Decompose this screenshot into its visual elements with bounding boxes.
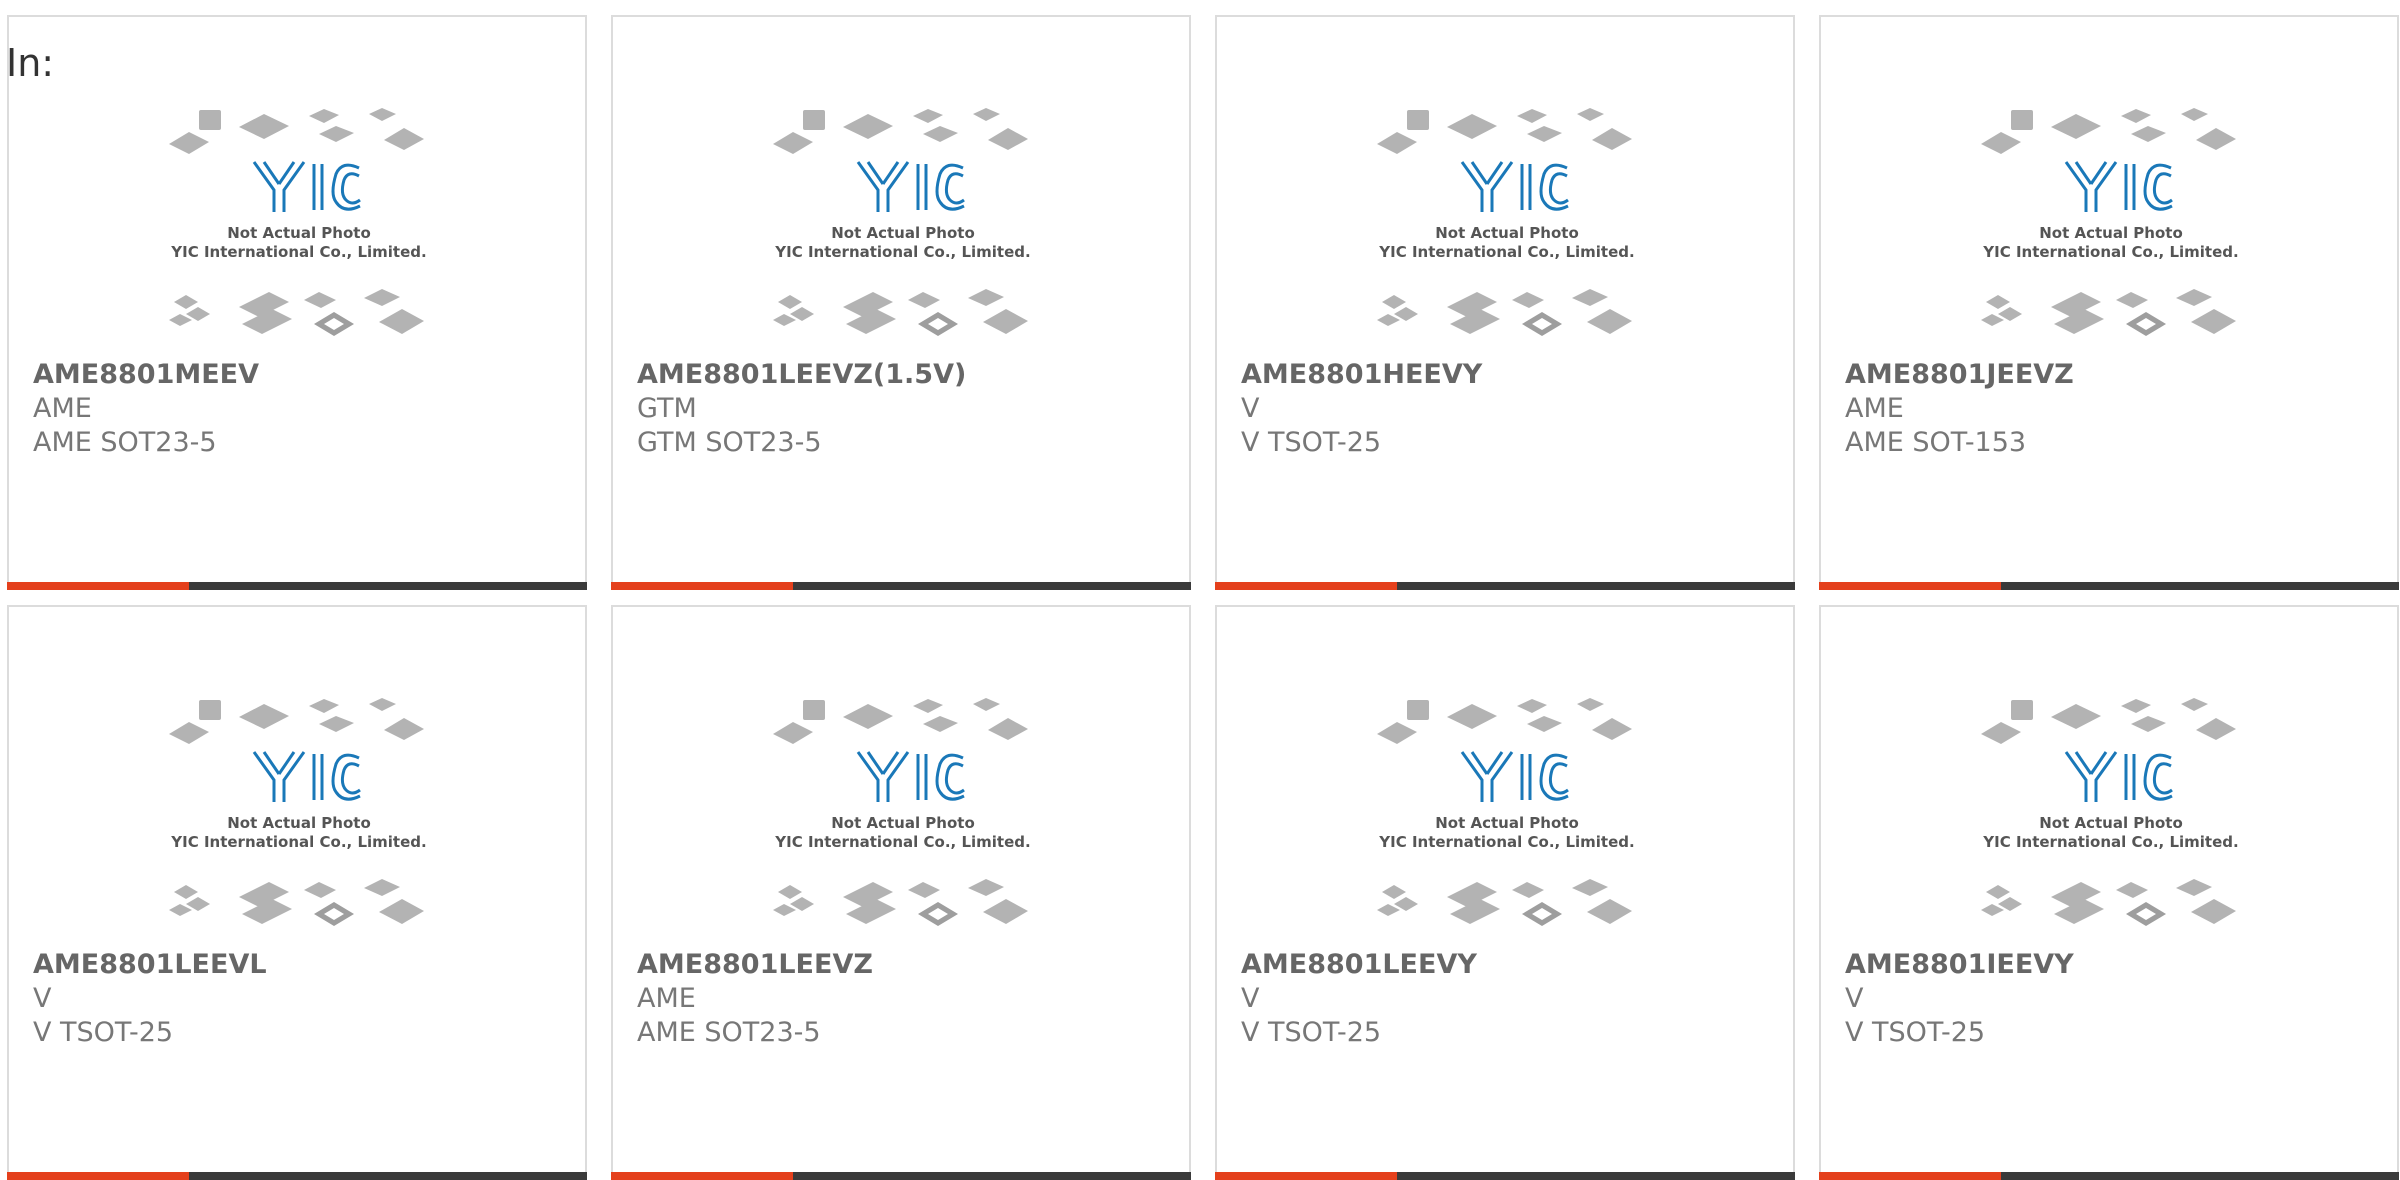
product-manufacturer: AME: [637, 983, 696, 1014]
card-footer-accent: [1215, 582, 1397, 590]
product-card[interactable]: Not Actual Photo YIC International Co., …: [611, 605, 1191, 1180]
card-footer-bar: [1215, 1172, 1795, 1180]
chip-row-bottom: [169, 289, 424, 336]
product-manufacturer: V: [1241, 983, 1260, 1014]
product-package: V TSOT-25: [1845, 1017, 1986, 1048]
svg-text:YIC International Co., Limited: YIC International Co., Limited.: [774, 243, 1030, 261]
svg-text:Not Actual Photo: Not Actual Photo: [1435, 224, 1579, 242]
card-footer-bar: [1819, 1172, 2399, 1180]
yic-logo: [252, 161, 361, 212]
product-part-number[interactable]: AME8801JEEVZ: [1845, 359, 2074, 390]
product-package: V TSOT-25: [33, 1017, 174, 1048]
svg-text:Not Actual Photo: Not Actual Photo: [831, 224, 975, 242]
product-placeholder-image: Not Actual Photo YIC International Co., …: [1372, 692, 1642, 947]
chip-row-bottom: [1981, 289, 2236, 336]
product-manufacturer: AME: [33, 393, 92, 424]
product-part-number[interactable]: AME8801IEEVY: [1845, 949, 2074, 980]
product-card[interactable]: Not Actual Photo YIC International Co., …: [1819, 15, 2399, 590]
card-footer-accent: [1215, 1172, 1397, 1180]
product-card[interactable]: Not Actual Photo YIC International Co., …: [7, 15, 587, 590]
svg-text:YIC International Co., Limited: YIC International Co., Limited.: [1378, 243, 1634, 261]
svg-text:YIC International Co., Limited: YIC International Co., Limited.: [1982, 243, 2238, 261]
svg-text:YIC International Co., Limited: YIC International Co., Limited.: [1378, 833, 1634, 851]
product-card[interactable]: Not Actual Photo YIC International Co., …: [7, 605, 587, 1180]
product-manufacturer: V: [33, 983, 52, 1014]
chip-row-top: [169, 108, 424, 154]
card-footer-accent: [611, 1172, 793, 1180]
product-part-number[interactable]: AME8801LEEVL: [33, 949, 267, 980]
svg-text:YIC International Co., Limited: YIC International Co., Limited.: [170, 833, 426, 851]
chip-row-bottom: [773, 879, 1028, 926]
chip-row-bottom: [1377, 289, 1632, 336]
yic-logo: [252, 751, 361, 802]
card-footer-bar: [1819, 582, 2399, 590]
svg-text:Not Actual Photo: Not Actual Photo: [227, 224, 371, 242]
yic-logo: [1460, 161, 1569, 212]
svg-text:Not Actual Photo: Not Actual Photo: [2039, 814, 2183, 832]
chip-row-top: [169, 698, 424, 744]
product-package: V TSOT-25: [1241, 1017, 1382, 1048]
svg-text:Not Actual Photo: Not Actual Photo: [831, 814, 975, 832]
product-part-number[interactable]: AME8801LEEVZ: [637, 949, 873, 980]
product-card[interactable]: Not Actual Photo YIC International Co., …: [1215, 15, 1795, 590]
product-part-number[interactable]: AME8801MEEV: [33, 359, 259, 390]
chip-row-top: [1981, 108, 2236, 154]
yic-logo: [2064, 751, 2173, 802]
chip-row-top: [1377, 108, 1632, 154]
yic-logo: [856, 751, 965, 802]
svg-text:Not Actual Photo: Not Actual Photo: [227, 814, 371, 832]
product-part-number[interactable]: AME8801LEEVZ(1.5V): [637, 359, 966, 390]
card-footer-accent: [7, 1172, 189, 1180]
chip-row-top: [1377, 698, 1632, 744]
yic-logo: [2064, 161, 2173, 212]
svg-text:YIC International Co., Limited: YIC International Co., Limited.: [774, 833, 1030, 851]
product-placeholder-image: Not Actual Photo YIC International Co., …: [768, 692, 1038, 947]
product-package: AME SOT23-5: [33, 427, 217, 458]
card-footer-accent: [1819, 1172, 2001, 1180]
card-footer-accent: [7, 582, 189, 590]
svg-text:Not Actual Photo: Not Actual Photo: [2039, 224, 2183, 242]
product-manufacturer: V: [1241, 393, 1260, 424]
product-card[interactable]: Not Actual Photo YIC International Co., …: [1819, 605, 2399, 1180]
filter-in-label: In:: [6, 41, 55, 85]
card-footer-bar: [611, 582, 1191, 590]
chip-row-top: [773, 108, 1028, 154]
chip-row-top: [1981, 698, 2236, 744]
product-placeholder-image: Not Actual Photo YIC International Co., …: [1976, 692, 2246, 947]
svg-text:YIC International Co., Limited: YIC International Co., Limited.: [1982, 833, 2238, 851]
card-footer-accent: [1819, 582, 2001, 590]
product-grid: Not Actual Photo YIC International Co., …: [0, 0, 2399, 1180]
card-footer-accent: [611, 582, 793, 590]
yic-logo: [1460, 751, 1569, 802]
yic-logo: [856, 161, 965, 212]
product-part-number[interactable]: AME8801HEEVY: [1241, 359, 1482, 390]
product-package: AME SOT23-5: [637, 1017, 821, 1048]
card-footer-bar: [7, 1172, 587, 1180]
chip-row-bottom: [1981, 879, 2236, 926]
product-placeholder-image: Not Actual Photo YIC International Co., …: [1976, 102, 2246, 357]
product-package: AME SOT-153: [1845, 427, 2027, 458]
chip-row-bottom: [169, 879, 424, 926]
product-manufacturer: V: [1845, 983, 1864, 1014]
product-placeholder-image: Not Actual Photo YIC International Co., …: [164, 692, 434, 947]
card-footer-bar: [1215, 582, 1795, 590]
card-footer-bar: [611, 1172, 1191, 1180]
product-manufacturer: AME: [1845, 393, 1904, 424]
product-card[interactable]: Not Actual Photo YIC International Co., …: [611, 15, 1191, 590]
product-placeholder-image: Not Actual Photo YIC International Co., …: [768, 102, 1038, 357]
chip-row-top: [773, 698, 1028, 744]
svg-text:YIC International Co., Limited: YIC International Co., Limited.: [170, 243, 426, 261]
product-placeholder-image: Not Actual Photo YIC International Co., …: [1372, 102, 1642, 357]
chip-row-bottom: [773, 289, 1028, 336]
product-manufacturer: GTM: [637, 393, 697, 424]
product-placeholder-image: Not Actual Photo YIC International Co., …: [164, 102, 434, 357]
product-part-number[interactable]: AME8801LEEVY: [1241, 949, 1477, 980]
product-package: V TSOT-25: [1241, 427, 1382, 458]
card-footer-bar: [7, 582, 587, 590]
product-package: GTM SOT23-5: [637, 427, 822, 458]
chip-row-bottom: [1377, 879, 1632, 926]
product-card[interactable]: Not Actual Photo YIC International Co., …: [1215, 605, 1795, 1180]
svg-text:Not Actual Photo: Not Actual Photo: [1435, 814, 1579, 832]
